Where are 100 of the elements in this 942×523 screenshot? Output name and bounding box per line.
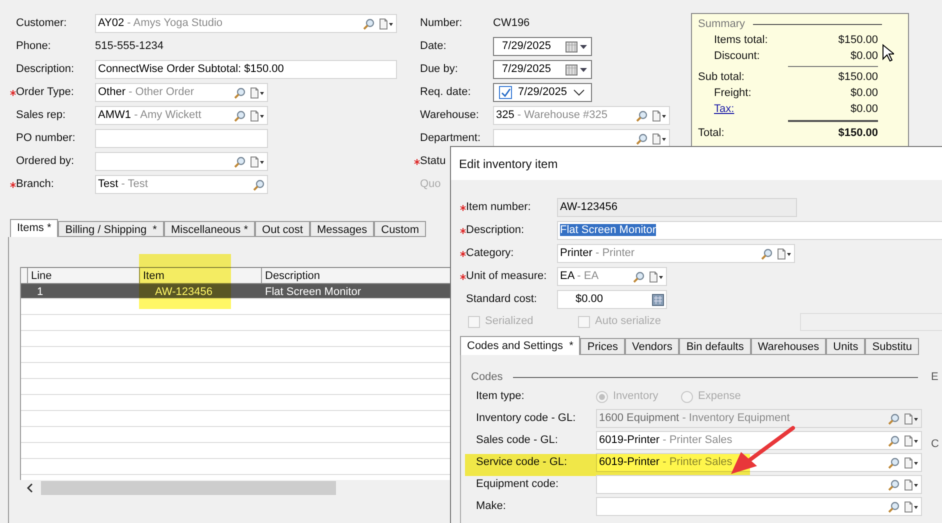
search-icon[interactable] xyxy=(888,478,900,490)
document-dropdown-icon[interactable] xyxy=(903,434,919,446)
search-icon[interactable] xyxy=(636,110,648,122)
search-icon[interactable] xyxy=(636,132,648,144)
field-value: Test xyxy=(98,178,118,190)
lookup-field[interactable]: Other - Other Order xyxy=(95,83,268,102)
date-field[interactable]: 7/29/2025 xyxy=(493,83,592,102)
search-icon[interactable] xyxy=(888,456,900,468)
lookup-field[interactable] xyxy=(596,475,922,494)
field-label: Equipment code: xyxy=(476,477,560,492)
summary-value: $0.00 xyxy=(850,48,878,64)
column-header[interactable]: Line xyxy=(27,268,139,283)
lookup-field[interactable]: EA - EA xyxy=(557,267,667,286)
document-dropdown-icon[interactable] xyxy=(651,110,667,122)
checkbox-label: Auto serialize xyxy=(595,314,662,330)
column-header[interactable]: Item xyxy=(139,268,261,283)
field-value: 515-555-1234 xyxy=(95,39,164,54)
field-value: AMW1 xyxy=(98,109,131,122)
document-dropdown-icon[interactable] xyxy=(249,156,265,168)
chevron-down-icon[interactable] xyxy=(573,88,585,96)
tab[interactable]: Bin defaults xyxy=(679,338,751,355)
field-label: Sales rep: xyxy=(16,108,66,124)
tab[interactable]: Warehouses xyxy=(750,338,826,355)
readonly-field[interactable]: AW-123456 xyxy=(557,198,797,217)
field-label: Quo xyxy=(420,177,441,192)
date-field[interactable]: 7/29/2025 xyxy=(493,60,592,79)
lookup-field[interactable]: AMW1 - Amy Wickett xyxy=(95,106,268,125)
search-icon[interactable] xyxy=(633,270,645,282)
field-value: AW-123456 xyxy=(560,201,618,214)
lookup-field[interactable]: AY02 - Amys Yoga Studio xyxy=(95,14,397,33)
text-field[interactable]: ConnectWise Order Subtotal: $150.00 xyxy=(95,60,397,79)
lookup-field[interactable] xyxy=(95,152,268,171)
calculator-icon[interactable] xyxy=(652,294,664,306)
search-icon[interactable] xyxy=(234,110,246,122)
calendar-dropdown-icon[interactable] xyxy=(565,40,589,52)
search-icon[interactable] xyxy=(888,500,900,512)
summary-label: Items total: xyxy=(714,32,768,48)
document-dropdown-icon[interactable] xyxy=(903,456,919,468)
grid-cell-text: Flat Screen Monitor xyxy=(264,285,362,298)
field-label: Category: xyxy=(466,246,514,262)
tab[interactable]: Billing / Shipping * xyxy=(58,221,164,237)
document-dropdown-icon[interactable] xyxy=(648,270,664,282)
lookup-field[interactable]: Printer - Printer xyxy=(557,244,795,263)
lookup-field[interactable]: 6019-Printer - Printer Sales xyxy=(596,431,922,450)
summary-value: $150.00 xyxy=(838,70,878,84)
calendar-dropdown-icon[interactable] xyxy=(565,64,589,76)
tax-link[interactable]: Tax: xyxy=(714,102,734,116)
search-icon[interactable] xyxy=(234,86,246,98)
cost-field[interactable]: $0.00 xyxy=(557,290,667,309)
document-dropdown-icon[interactable] xyxy=(903,478,919,490)
document-dropdown-icon[interactable] xyxy=(903,500,919,512)
tab[interactable]: Messages xyxy=(310,221,374,237)
field-description: - Test xyxy=(120,178,148,190)
field-label: Item number: xyxy=(466,200,531,216)
field-label: Item type: xyxy=(476,389,526,404)
field-description: - EA xyxy=(576,270,599,282)
field-label: Phone: xyxy=(16,39,51,54)
search-icon[interactable] xyxy=(253,178,265,190)
field-label: Inventory code - GL: xyxy=(476,411,577,426)
radio-label: Expense xyxy=(698,389,741,404)
document-dropdown-icon[interactable] xyxy=(378,18,394,30)
field-description: - Amys Yoga Studio xyxy=(126,17,223,30)
scrollbar-thumb[interactable] xyxy=(41,481,336,495)
tab[interactable]: Substitu xyxy=(865,338,919,355)
field-label: Date: xyxy=(420,39,446,54)
document-dropdown-icon[interactable] xyxy=(249,110,265,122)
search-icon[interactable] xyxy=(234,156,246,168)
field-label: PO number: xyxy=(16,131,76,146)
text-field[interactable]: Flat Screen Monitor xyxy=(557,221,942,240)
lookup-field[interactable]: Test - Test xyxy=(95,175,268,194)
tab[interactable]: Miscellaneous * xyxy=(164,221,256,237)
tab[interactable]: Units xyxy=(826,338,866,355)
cut-off-label: E xyxy=(931,370,939,385)
field-value: 325 xyxy=(496,109,514,122)
summary-label: Discount: xyxy=(714,48,760,64)
scroll-left-icon[interactable] xyxy=(25,483,35,493)
search-icon[interactable] xyxy=(761,248,773,260)
field-value: ConnectWise Order Subtotal: $150.00 xyxy=(98,63,284,76)
field-description: - Warehouse #325 xyxy=(516,109,608,122)
tab[interactable]: Items * xyxy=(10,219,58,237)
tab[interactable]: Vendors xyxy=(624,338,680,355)
tab[interactable]: Codes and Settings * xyxy=(460,336,580,355)
document-dropdown-icon[interactable] xyxy=(651,132,667,144)
field-value: 7/29/2025 xyxy=(502,63,551,76)
tab[interactable]: Custom xyxy=(374,221,426,237)
section-title: Codes xyxy=(471,370,503,385)
document-dropdown-icon[interactable] xyxy=(249,86,265,98)
lookup-field[interactable]: 325 - Warehouse #325 xyxy=(493,106,670,125)
field-label: Standard cost: xyxy=(466,292,537,308)
text-field[interactable] xyxy=(95,129,268,148)
checkbox[interactable] xyxy=(499,86,512,99)
summary-value: $150.00 xyxy=(838,32,878,48)
search-icon[interactable] xyxy=(888,434,900,446)
tab[interactable]: Out cost xyxy=(255,221,310,237)
lookup-field[interactable] xyxy=(596,497,922,516)
search-icon[interactable] xyxy=(363,18,375,30)
document-dropdown-icon[interactable] xyxy=(776,248,792,260)
date-field[interactable]: 7/29/2025 xyxy=(493,37,592,56)
field-label: Customer: xyxy=(16,16,67,32)
tab[interactable]: Prices xyxy=(580,338,625,355)
